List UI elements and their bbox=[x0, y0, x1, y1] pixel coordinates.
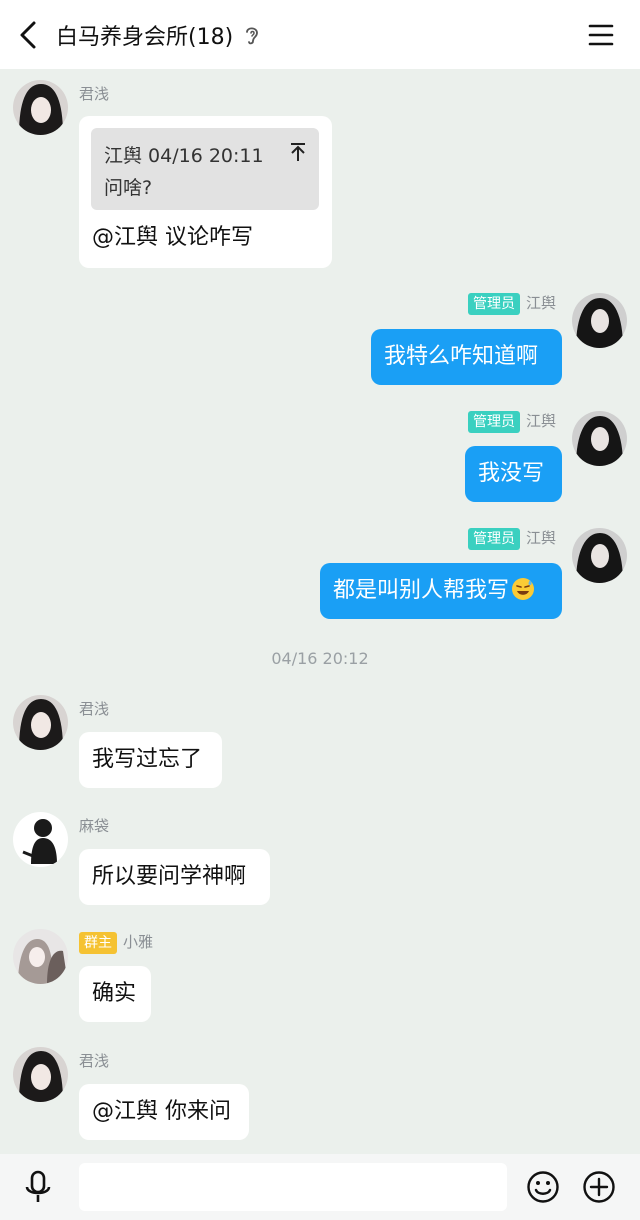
quoted-reply[interactable]: 江舆 04/16 20:11 问啥? bbox=[91, 128, 319, 210]
avatar-jiangyu[interactable] bbox=[572, 411, 627, 466]
avatar-junqian[interactable] bbox=[13, 80, 68, 135]
message-bubble[interactable]: @江舆 你来问 bbox=[79, 1084, 249, 1140]
quote-author-time: 江舆 04/16 20:11 bbox=[104, 145, 264, 167]
chat-header: 白马养身会所(18) bbox=[0, 0, 640, 69]
quote-text: 问啥? bbox=[104, 177, 153, 199]
sender-line: 管理员 江舆 bbox=[467, 527, 556, 550]
sender-line: 管理员 江舆 bbox=[467, 410, 556, 433]
message-bubble[interactable]: 我没写 bbox=[465, 446, 562, 502]
sender-name: 江舆 bbox=[525, 529, 556, 547]
add-plus-icon[interactable] bbox=[582, 1170, 616, 1204]
back-arrow-icon[interactable] bbox=[14, 17, 46, 53]
avatar-junqian[interactable] bbox=[13, 1047, 68, 1102]
sender-name: 小雅 bbox=[123, 933, 154, 951]
sender-line: 管理员 江舆 bbox=[467, 292, 556, 315]
avatar-jiangyu[interactable] bbox=[572, 293, 627, 348]
sender-name: 江舆 bbox=[525, 412, 556, 430]
input-bar bbox=[0, 1154, 640, 1220]
message-bubble[interactable]: 所以要问学神啊 bbox=[79, 849, 270, 905]
sender-name: 君浅 bbox=[79, 1052, 110, 1070]
emoji-icon[interactable] bbox=[526, 1170, 560, 1204]
sender-name: 君浅 bbox=[79, 700, 110, 718]
group-owner-badge: 群主 bbox=[79, 932, 117, 954]
message-input[interactable] bbox=[79, 1163, 507, 1211]
message-bubble[interactable]: 确实 bbox=[79, 966, 151, 1022]
ear-icon bbox=[246, 26, 259, 44]
avatar-jiangyu[interactable] bbox=[572, 528, 627, 583]
message-bubble[interactable]: 我特么咋知道啊 bbox=[371, 329, 562, 385]
message-bubble[interactable]: 江舆 04/16 20:11 问啥? @江舆 议论咋写 bbox=[79, 116, 332, 268]
sender-name: 麻袋 bbox=[79, 817, 110, 835]
sender-name: 君浅 bbox=[79, 85, 110, 103]
grinning-sweat-emoji-icon bbox=[512, 578, 535, 600]
message-text: @江舆 议论咋写 bbox=[92, 225, 253, 250]
hamburger-menu-icon[interactable] bbox=[586, 20, 616, 50]
sender-name: 江舆 bbox=[525, 294, 556, 312]
jump-to-top-icon[interactable] bbox=[289, 142, 307, 162]
avatar-junqian[interactable] bbox=[13, 695, 68, 750]
title-group[interactable]: 白马养身会所(18) bbox=[56, 0, 261, 69]
group-title: 白马养身会所(18) bbox=[56, 24, 234, 50]
message-bubble[interactable]: 我写过忘了 bbox=[79, 732, 222, 788]
message-text: 都是叫别人帮我写 bbox=[333, 578, 510, 603]
microphone-icon[interactable] bbox=[22, 1169, 54, 1205]
message-bubble[interactable]: 都是叫别人帮我写 bbox=[320, 563, 562, 619]
timestamp-divider: 04/16 20:12 bbox=[271, 649, 369, 668]
admin-badge: 管理员 bbox=[467, 293, 520, 315]
chat-message-list[interactable]: 君浅 江舆 04/16 20:11 问啥? @江舆 议论咋写 管理员 江舆 我特么… bbox=[0, 69, 640, 1154]
sender-line: 群主 小雅 bbox=[79, 931, 153, 954]
avatar-madai[interactable] bbox=[13, 812, 68, 867]
admin-badge: 管理员 bbox=[467, 411, 520, 433]
admin-badge: 管理员 bbox=[467, 528, 520, 550]
avatar-xiaoya[interactable] bbox=[13, 929, 68, 984]
